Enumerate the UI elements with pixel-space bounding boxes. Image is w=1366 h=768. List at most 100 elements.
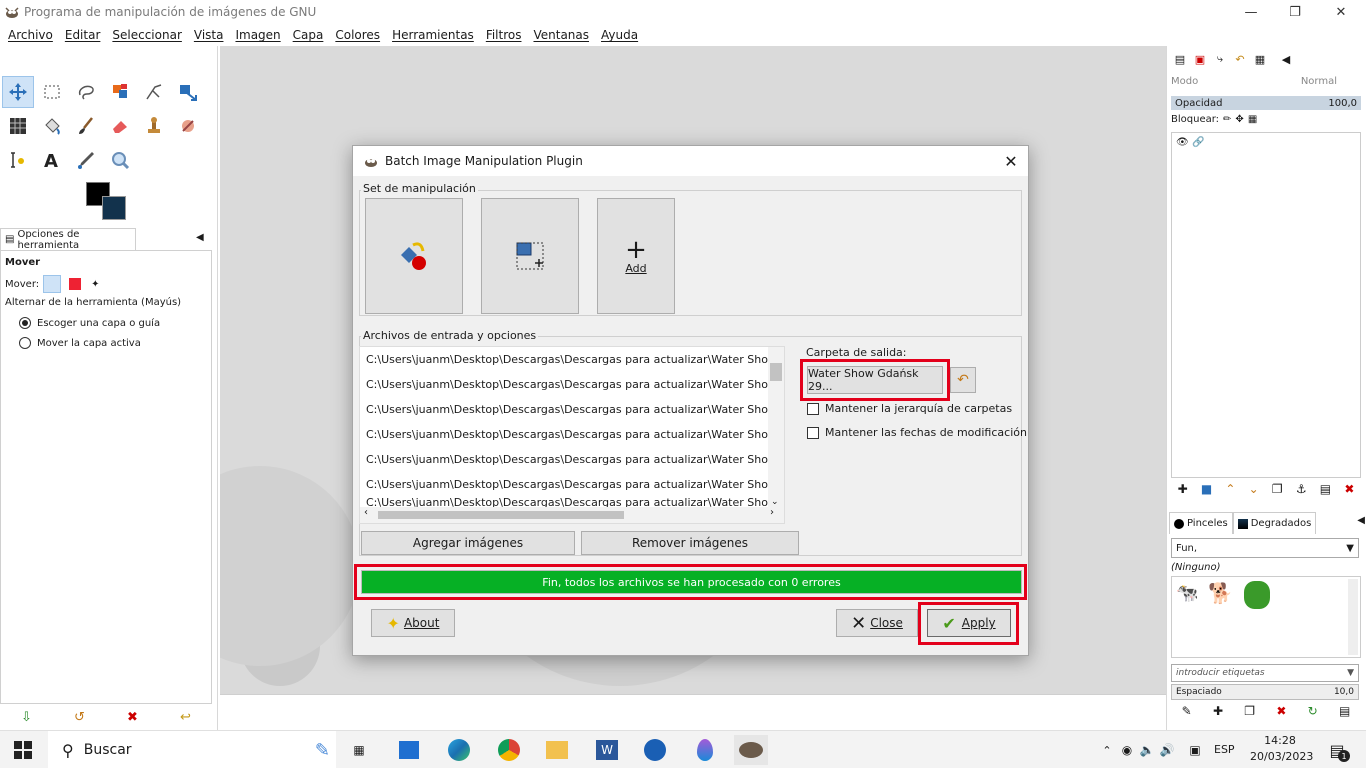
dialog-close-icon[interactable]: ✕ (998, 146, 1024, 176)
manipulation-watermark-button[interactable] (365, 198, 463, 314)
chevron-down-icon[interactable]: ⌄ (771, 497, 779, 507)
layer-mode-select[interactable]: Normal (1301, 76, 1337, 87)
paint-icon[interactable] (688, 735, 722, 765)
keep-hierarchy-box[interactable] (807, 402, 819, 415)
text-cursor-icon[interactable] (2, 144, 34, 176)
move-tool-icon[interactable] (2, 76, 34, 108)
menu-archivo[interactable]: Archivo (2, 28, 59, 42)
list-item[interactable]: C:\Users\juanm\Desktop\Descargas\Descarg… (360, 397, 784, 422)
file-explorer-icon[interactable] (540, 735, 574, 765)
chrome-icon[interactable] (492, 735, 526, 765)
remove-images-button[interactable]: Remover imágenes (581, 531, 799, 555)
store-icon[interactable] (392, 735, 426, 765)
close-icon[interactable]: ✕ (1318, 0, 1364, 24)
close-button[interactable]: ✕ Close (836, 609, 918, 637)
list-item[interactable]: C:\Users\juanm\Desktop\Descargas\Descarg… (360, 447, 784, 472)
brush-tags-input[interactable]: introducir etiquetas ▼ (1171, 664, 1359, 682)
menu-herramientas[interactable]: Herramientas (386, 28, 480, 42)
radio-pick-layer-button[interactable] (19, 317, 31, 329)
keep-dates-box[interactable] (807, 426, 819, 439)
anchor-layer-icon[interactable]: ⚓ (1296, 482, 1307, 502)
network-icon[interactable]: ▣ (1178, 735, 1212, 765)
text-tool-icon[interactable]: A (36, 144, 68, 176)
list-item[interactable]: C:\Users\juanm\Desktop\Descargas\Descarg… (360, 347, 784, 372)
minimize-icon[interactable]: — (1228, 0, 1274, 24)
menu-colores[interactable]: Colores (329, 28, 386, 42)
menu-vista[interactable]: Vista (188, 28, 230, 42)
layers-tab-icon[interactable]: ▤ (1171, 50, 1189, 68)
paths-icon[interactable] (138, 76, 170, 108)
save-preset-icon[interactable]: ⇩ (21, 710, 32, 725)
add-images-button[interactable]: Agregar imágenes (361, 531, 575, 555)
brush-filter-select[interactable]: Fun, ▼ (1171, 538, 1359, 558)
move-path-mode-icon[interactable]: ✦ (91, 279, 99, 290)
list-item[interactable]: C:\Users\juanm\Desktop\Descargas\Descarg… (360, 372, 784, 397)
menu-capa[interactable]: Capa (287, 28, 330, 42)
fuzzy-select-icon[interactable] (104, 76, 136, 108)
opacity-slider[interactable]: Opacidad 100,0 (1171, 96, 1361, 110)
new-group-icon[interactable]: ■ (1201, 482, 1212, 502)
open-brush-icon[interactable]: ▤ (1339, 704, 1350, 726)
panel-menu-icon[interactable]: ◀ (196, 232, 204, 243)
layers-list[interactable]: 👁 🔗 (1171, 132, 1361, 478)
word-icon[interactable]: W (590, 735, 624, 765)
paths-tab-icon[interactable]: ⤷ (1211, 50, 1229, 68)
undo-output-icon[interactable]: ↶ (950, 367, 976, 393)
language-indicator[interactable]: ESP (1214, 743, 1235, 756)
transform-icon[interactable] (172, 76, 204, 108)
delete-layer-icon[interactable]: ✖ (1344, 482, 1354, 502)
input-file-list[interactable]: C:\Users\juanm\Desktop\Descargas\Descarg… (359, 346, 785, 524)
duplicate-brush-icon[interactable]: ❐ (1244, 704, 1255, 726)
smudge-icon[interactable] (172, 110, 204, 142)
eraser-icon[interactable] (104, 110, 136, 142)
dock-menu-icon[interactable]: ◀ (1277, 50, 1295, 68)
file-list-hscroll[interactable]: ‹ › (360, 507, 784, 523)
brush-dock-menu-icon[interactable]: ◀ (1357, 512, 1365, 534)
edit-brush-icon[interactable]: ✎ (1182, 704, 1192, 726)
radio-pick-layer[interactable]: Escoger una capa o guía (19, 317, 160, 329)
zoom-icon[interactable] (104, 144, 136, 176)
refresh-brush-icon[interactable]: ↻ (1308, 704, 1318, 726)
brush-scrollbar[interactable] (1348, 579, 1358, 655)
tab-brushes[interactable]: Pinceles (1169, 512, 1233, 534)
clone-icon[interactable] (138, 110, 170, 142)
tab-gradients[interactable]: Degradados (1232, 512, 1317, 534)
clock[interactable]: 14:28 20/03/2023 (1250, 733, 1313, 765)
brush-grid[interactable]: 🐄 🐕 (1171, 576, 1361, 658)
cow-brush-icon[interactable]: 🐄 (1176, 583, 1198, 604)
edge-icon[interactable] (442, 735, 476, 765)
reset-icon[interactable]: ↩ (180, 710, 191, 725)
list-item[interactable]: C:\Users\juanm\Desktop\Descargas\Descarg… (360, 472, 784, 497)
keep-dates-checkbox[interactable]: Mantener las fechas de modificación (807, 426, 1027, 439)
hscroll-thumb[interactable] (378, 511, 624, 519)
vscroll-thumb[interactable] (770, 363, 782, 381)
chain-icon[interactable]: 🔗 (1192, 137, 1204, 148)
list-item[interactable]: C:\Users\juanm\Desktop\Descargas\Descarg… (360, 422, 784, 447)
visibility-eye-icon[interactable]: 👁 (1176, 137, 1189, 148)
menu-filtros[interactable]: Filtros (480, 28, 528, 42)
restore-preset-icon[interactable]: ↺ (74, 710, 85, 725)
free-select-icon[interactable] (70, 76, 102, 108)
background-color[interactable] (102, 196, 126, 220)
lock-pixels-icon[interactable]: ✏ (1223, 114, 1231, 125)
menu-ayuda[interactable]: Ayuda (595, 28, 644, 42)
windows-start-icon[interactable] (6, 735, 40, 765)
keep-hierarchy-checkbox[interactable]: Mantener la jerarquía de carpetas (807, 402, 1012, 415)
chevron-left-icon[interactable]: ‹ (364, 507, 368, 518)
tab-tool-options[interactable]: ▤ Opciones de herramienta (0, 228, 136, 251)
restore-icon[interactable]: ❐ (1272, 0, 1318, 24)
pepper-brush-icon[interactable] (1244, 581, 1270, 609)
move-selection-mode-icon[interactable] (69, 278, 82, 290)
move-layer-mode-icon[interactable] (43, 275, 62, 293)
paintbrush-icon[interactable] (70, 110, 102, 142)
menu-editar[interactable]: Editar (59, 28, 107, 42)
about-button[interactable]: ✦ About (371, 609, 455, 637)
undo-tab-icon[interactable]: ↶ (1231, 50, 1249, 68)
task-view-icon[interactable]: ▦ (342, 735, 376, 765)
new-brush-icon[interactable]: ✚ (1213, 704, 1223, 726)
lock-alpha-icon[interactable]: ▦ (1248, 114, 1257, 125)
duplicate-layer-icon[interactable]: ❐ (1272, 482, 1283, 502)
thunderbird-icon[interactable] (638, 735, 672, 765)
taskbar-search[interactable]: ⚲ Buscar ✎ (48, 731, 336, 768)
wilber-brush-icon[interactable]: 🐕 (1208, 581, 1233, 605)
